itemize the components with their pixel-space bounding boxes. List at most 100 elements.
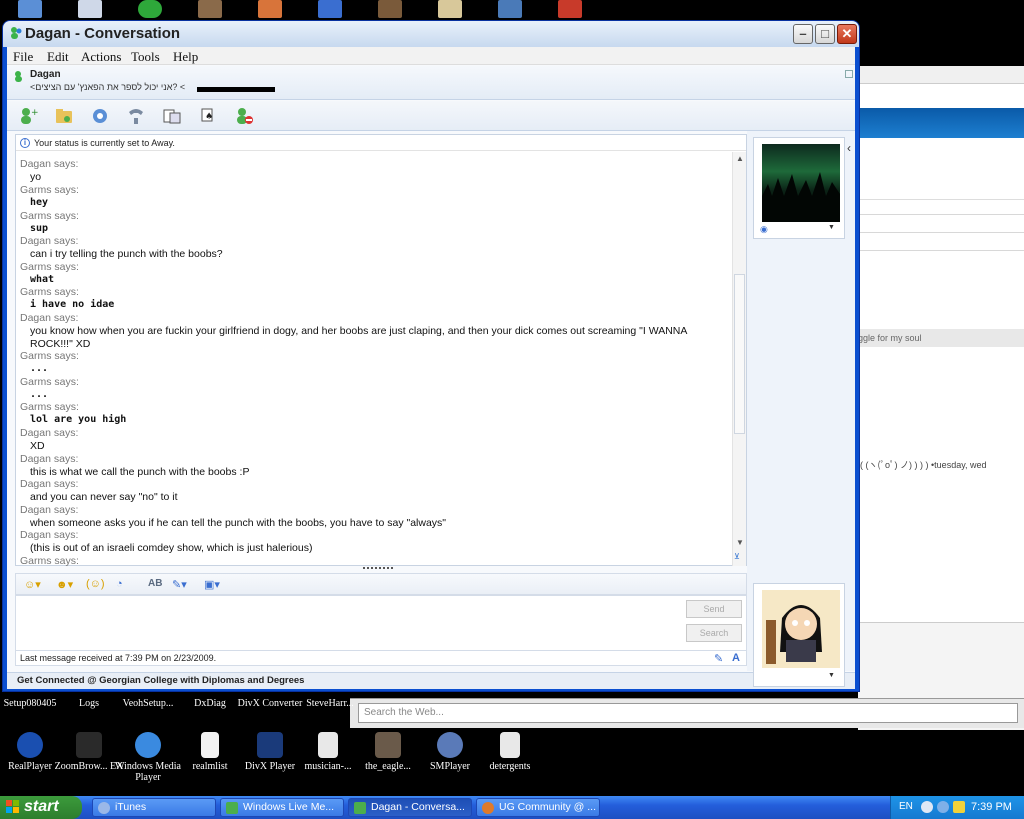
invite-contact-icon[interactable]: + xyxy=(17,106,39,126)
message-text: hey xyxy=(30,197,49,208)
desktop-icon-2[interactable] xyxy=(78,0,102,18)
message-text: ... xyxy=(30,363,49,374)
menu-help[interactable]: Help xyxy=(173,49,198,65)
chevron-down-icon[interactable]: ▼ xyxy=(828,672,835,679)
desktop-icon-label: Logs xyxy=(79,698,99,709)
scroll-thumb[interactable] xyxy=(734,274,745,434)
message-sender: Dagan says: xyxy=(20,427,79,439)
scroll-down-icon[interactable]: ▼ xyxy=(736,538,744,547)
taskbar-itunes[interactable]: iTunes xyxy=(92,798,216,817)
desktop-icon-1[interactable] xyxy=(18,0,42,18)
browser-side-text: ggle for my soul xyxy=(858,329,1024,347)
status-notice-text: Your status is currently set to Away. xyxy=(34,138,175,148)
block-icon[interactable] xyxy=(233,106,255,126)
font-icon[interactable]: AB xyxy=(148,578,162,592)
status-notice: i Your status is currently set to Away. xyxy=(16,135,746,151)
start-button[interactable]: start xyxy=(0,796,82,819)
message-sender: Garms says: xyxy=(20,401,79,413)
taskbar-conversation[interactable]: Dagan - Conversa... xyxy=(348,798,472,817)
desktop-icon-7[interactable] xyxy=(378,0,402,18)
task-label: iTunes xyxy=(115,801,147,813)
message-sender: Dagan says: xyxy=(20,158,79,170)
tray-warning-icon[interactable] xyxy=(953,801,965,813)
desktop-icon-steveharr[interactable]: SteveHarr... xyxy=(288,698,372,709)
jpeg-icon xyxy=(318,732,338,758)
desktop-icon-label: detergents xyxy=(489,761,531,772)
menu-edit[interactable]: Edit xyxy=(47,49,69,65)
collapse-header-icon[interactable] xyxy=(845,70,853,78)
last-message-time: Last message received at 7:39 PM on 2/23… xyxy=(20,653,217,663)
desktop-icon-4[interactable] xyxy=(198,0,222,18)
taskbar: start iTunes Windows Live Me... Dagan - … xyxy=(0,796,1024,819)
wink-icon[interactable]: ☻▾ xyxy=(56,578,73,592)
desktop-icon-label: RealPlayer xyxy=(8,761,52,772)
minimize-button[interactable]: – xyxy=(793,24,813,44)
call-icon[interactable] xyxy=(125,106,147,126)
desktop-icon-detergents[interactable]: detergents xyxy=(468,732,552,772)
scroll-up-icon[interactable]: ▲ xyxy=(736,154,744,163)
message-sender: Garms says: xyxy=(20,210,79,222)
desktop-icon-3[interactable] xyxy=(138,0,162,18)
taskbar-ug-community[interactable]: UG Community @ ... xyxy=(476,798,600,817)
chevron-down-icon[interactable]: ▼ xyxy=(828,224,835,231)
status-line: Last message received at 7:39 PM on 2/23… xyxy=(15,650,747,666)
language-indicator[interactable]: EN xyxy=(899,801,913,812)
message-text: this is what we call the punch with the … xyxy=(30,466,250,478)
send-button[interactable]: Send xyxy=(686,600,742,618)
tray-network-icon[interactable] xyxy=(937,801,949,813)
desktop-icon-9[interactable] xyxy=(498,0,522,18)
desktop-icon-8[interactable] xyxy=(438,0,462,18)
background-icon[interactable]: ✎▾ xyxy=(172,578,187,592)
desktop-icon-10[interactable] xyxy=(558,0,582,18)
format-toolbar: ☺▾ ☻▾ (☺) ◔ AB ✎▾ ▣▾ xyxy=(15,573,747,595)
browser-toolbar xyxy=(858,66,1024,84)
resize-handle[interactable] xyxy=(15,566,747,573)
svg-text:+: + xyxy=(31,108,39,118)
voice-clip-icon[interactable]: ◔ xyxy=(116,578,123,592)
webcam-icon[interactable]: ◉ xyxy=(760,224,768,235)
message-input[interactable]: Send Search xyxy=(15,595,747,651)
menu-actions[interactable]: Actions xyxy=(81,49,121,65)
task-label: UG Community @ ... xyxy=(499,801,597,813)
taskbar-windows-live[interactable]: Windows Live Me... xyxy=(220,798,344,817)
contact-display-picture[interactable]: ◉ ▼ xyxy=(753,137,845,239)
footer-advert[interactable]: Get Connected @ Georgian College with Di… xyxy=(7,672,855,689)
text-mode-icon[interactable]: A xyxy=(732,651,740,665)
realplayer-icon xyxy=(17,732,43,758)
chat-scrollbar[interactable]: ▲ ▼ ⊻ xyxy=(732,152,746,566)
games-icon[interactable]: ♠ xyxy=(197,106,219,126)
text-file-icon xyxy=(201,732,219,758)
message-sender: Garms says: xyxy=(20,261,79,273)
my-display-picture[interactable]: ▼ xyxy=(753,583,845,687)
conversation-history[interactable]: i Your status is currently set to Away. … xyxy=(15,134,747,566)
emoticon-icon[interactable]: ☺▾ xyxy=(24,578,41,592)
desktop-icon-5[interactable] xyxy=(258,0,282,18)
web-search-input[interactable]: Search the Web... xyxy=(358,703,1018,723)
maximize-button[interactable]: □ xyxy=(815,24,835,44)
menu-bar: File Edit Actions Tools Help xyxy=(7,47,855,65)
maximize-icon: □ xyxy=(821,26,829,41)
video-call-icon[interactable] xyxy=(89,106,111,126)
divx-icon xyxy=(257,732,283,758)
message-text: yo xyxy=(30,171,42,183)
collapse-panel-icon[interactable]: ‹ xyxy=(847,141,851,155)
online-status-icon xyxy=(15,71,22,82)
close-button[interactable]: ✕ xyxy=(837,24,857,44)
send-files-icon[interactable] xyxy=(53,106,75,126)
menu-tools[interactable]: Tools xyxy=(131,49,160,65)
message-sender: Dagan says: xyxy=(20,478,79,490)
search-button[interactable]: Search xyxy=(686,624,742,642)
conversation-window: Dagan - Conversation – □ ✕ File Edit Act… xyxy=(2,20,860,692)
scroll-end-icon[interactable]: ⊻ xyxy=(734,552,740,561)
handwriting-icon[interactable]: ✎ xyxy=(714,652,723,666)
title-bar[interactable]: Dagan - Conversation – □ ✕ xyxy=(3,21,859,47)
nudge-icon[interactable]: (☺) xyxy=(86,578,105,592)
games-list-icon[interactable]: ▣▾ xyxy=(204,578,220,592)
message-sender: Garms says: xyxy=(20,350,79,362)
contact-header: Dagan <אני יכול לספר את הפאנץ' עם הציצים… xyxy=(7,66,855,100)
desktop-icon-6[interactable] xyxy=(318,0,342,18)
desktop-icon-label: musician-... xyxy=(304,761,352,772)
menu-file[interactable]: File xyxy=(13,49,33,65)
tray-arrow-icon[interactable] xyxy=(921,801,933,813)
share-icon[interactable] xyxy=(161,106,183,126)
